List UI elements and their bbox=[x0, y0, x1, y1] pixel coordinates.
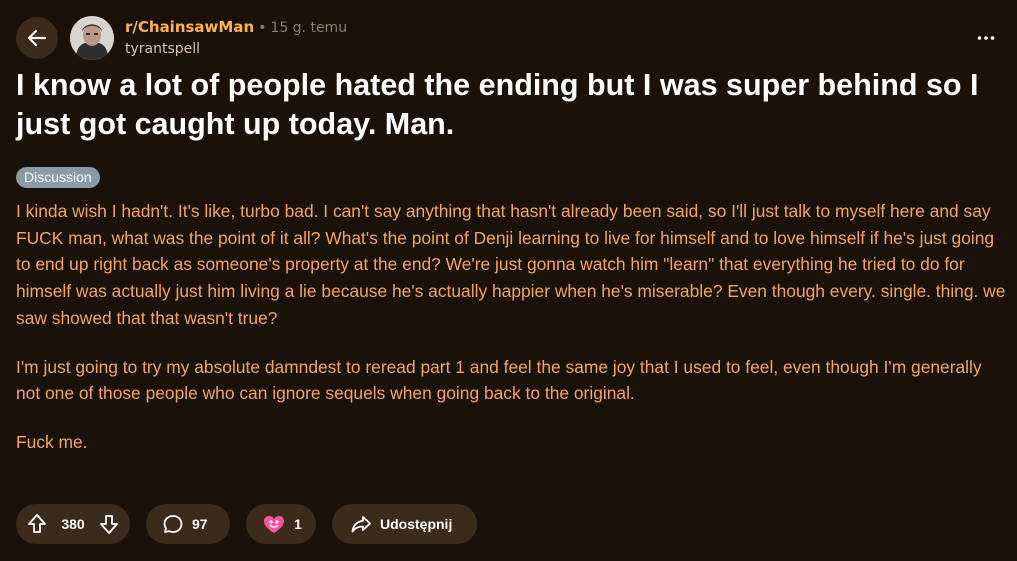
speech-bubble-icon bbox=[162, 513, 184, 535]
body-paragraph: I kinda wish I hadn't. It's like, turbo … bbox=[16, 201, 1006, 328]
avatar-image bbox=[70, 16, 114, 60]
vote-control: 380 bbox=[16, 504, 130, 544]
more-options-button[interactable] bbox=[971, 26, 1001, 50]
meta-separator: • bbox=[258, 20, 267, 36]
heart-award-icon bbox=[262, 513, 286, 535]
arrow-left-icon bbox=[26, 27, 48, 49]
post-timestamp: 15 g. temu bbox=[270, 20, 348, 36]
flair-badge[interactable]: Discussion bbox=[16, 167, 100, 188]
award-count: 1 bbox=[294, 516, 302, 532]
share-arrow-icon bbox=[350, 513, 372, 535]
back-button[interactable] bbox=[16, 17, 58, 59]
subreddit-link[interactable]: r/ChainsawMan bbox=[125, 16, 254, 38]
downvote-arrow-icon[interactable] bbox=[98, 513, 120, 535]
award-button[interactable]: 1 bbox=[246, 504, 316, 544]
more-horizontal-icon bbox=[977, 35, 995, 41]
post-body: I kinda wish I hadn't. It's like, turbo … bbox=[16, 198, 1006, 478]
body-paragraph: Fuck me. bbox=[16, 431, 88, 452]
share-button[interactable]: Udostępnij bbox=[332, 504, 477, 544]
upvote-arrow-icon[interactable] bbox=[26, 513, 48, 535]
share-label: Udostępnij bbox=[380, 516, 453, 532]
post-page: r/ChainsawMan • 15 g. temu tyrantspell I… bbox=[0, 0, 1017, 561]
action-bar: 380 97 1 Udostępnij bbox=[16, 504, 477, 544]
author-link[interactable]: tyrantspell bbox=[125, 39, 347, 59]
comment-count: 97 bbox=[192, 516, 208, 532]
comments-button[interactable]: 97 bbox=[146, 504, 230, 544]
body-paragraph: I'm just going to try my absolute damnde… bbox=[16, 356, 982, 404]
vote-count: 380 bbox=[61, 516, 85, 532]
post-title: I know a lot of people hated the ending … bbox=[16, 68, 979, 141]
post-meta: r/ChainsawMan • 15 g. temu tyrantspell bbox=[125, 16, 347, 59]
avatar[interactable] bbox=[70, 16, 114, 60]
